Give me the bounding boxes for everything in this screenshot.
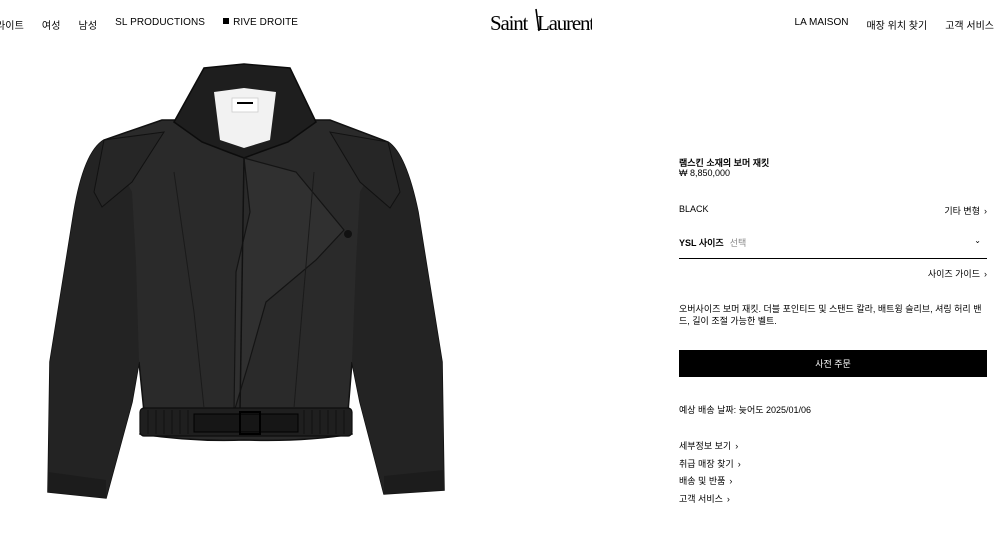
find-in-store-label: 취급 매장 찾기 [679, 458, 734, 469]
shipping-estimate: 예상 배송 날짜: 늦어도 2025/01/06 [679, 405, 812, 415]
info-links: 세부정보 보기 › 취급 매장 찾기 › 배송 및 반품 › 고객 서비스 › [679, 438, 987, 508]
customer-service-link[interactable]: 고객 서비스 › [679, 491, 987, 509]
other-variants-link[interactable]: 기타 변형 › [944, 204, 987, 217]
nav-item-new[interactable]: 라이트 [0, 17, 24, 32]
details-link[interactable]: 세부정보 보기 › [679, 438, 987, 456]
color-row: BLACK 기타 변형 › [679, 204, 987, 217]
svg-text:Laurent: Laurent [537, 11, 592, 35]
nav-item-store-locator[interactable]: 매장 위치 찾기 [866, 17, 927, 32]
chevron-down-icon: ⌄ [974, 236, 981, 245]
size-label: YSL 사이즈 [679, 238, 724, 248]
shipping-returns-link[interactable]: 배송 및 반품 › [679, 473, 987, 491]
product-image-jacket[interactable] [44, 62, 448, 502]
chevron-right-icon: › [735, 441, 739, 451]
size-select[interactable]: YSL 사이즈 선택 ⌄ [679, 236, 987, 259]
saint-laurent-logo[interactable]: Saint Laurent [490, 7, 592, 37]
product-price: ₩ 8,850,000 [679, 168, 731, 178]
square-icon [223, 18, 230, 24]
other-variants-label: 기타 변형 [944, 206, 980, 216]
nav-item-customer-service[interactable]: 고객 서비스 [945, 17, 994, 32]
size-placeholder: 선택 [729, 238, 747, 248]
chevron-right-icon: › [729, 476, 733, 486]
nav-item-la-maison[interactable]: LA MAISON [795, 17, 849, 32]
product-description: 오버사이즈 보머 재킷. 더블 포인티드 및 스탠드 칼라, 배트윙 슬리브, … [679, 304, 982, 326]
chevron-right-icon: › [737, 458, 741, 469]
preorder-button[interactable]: 사전 주문 [679, 350, 987, 377]
customer-service-label: 고객 서비스 [679, 493, 723, 504]
chevron-right-icon: › [726, 493, 730, 504]
color-value: BLACK [679, 204, 709, 214]
nav-item-rive-droite-label: RIVE DROITE [233, 17, 299, 28]
find-in-store-link[interactable]: 취급 매장 찾기 › [679, 456, 987, 474]
chevron-right-icon: › [984, 206, 987, 216]
size-guide-link[interactable]: 사이즈 가이드 › [679, 267, 987, 280]
secondary-nav: LA MAISON 매장 위치 찾기 고객 서비스 [777, 17, 994, 32]
details-link-label: 세부정보 보기 [679, 441, 732, 451]
nav-item-women[interactable]: 여성 [42, 17, 61, 32]
svg-text:Saint: Saint [490, 11, 529, 35]
nav-item-men[interactable]: 남성 [79, 17, 98, 32]
nav-item-rive-droite[interactable]: RIVE DROITE [223, 17, 298, 32]
main-nav: 라이트 여성 남성 SL PRODUCTIONS RIVE DROITE [0, 17, 316, 32]
nav-item-sl-productions[interactable]: SL PRODUCTIONS [115, 17, 205, 32]
chevron-right-icon: › [984, 269, 987, 279]
size-guide-label: 사이즈 가이드 [927, 269, 980, 279]
shipping-returns-label: 배송 및 반품 [679, 476, 726, 486]
